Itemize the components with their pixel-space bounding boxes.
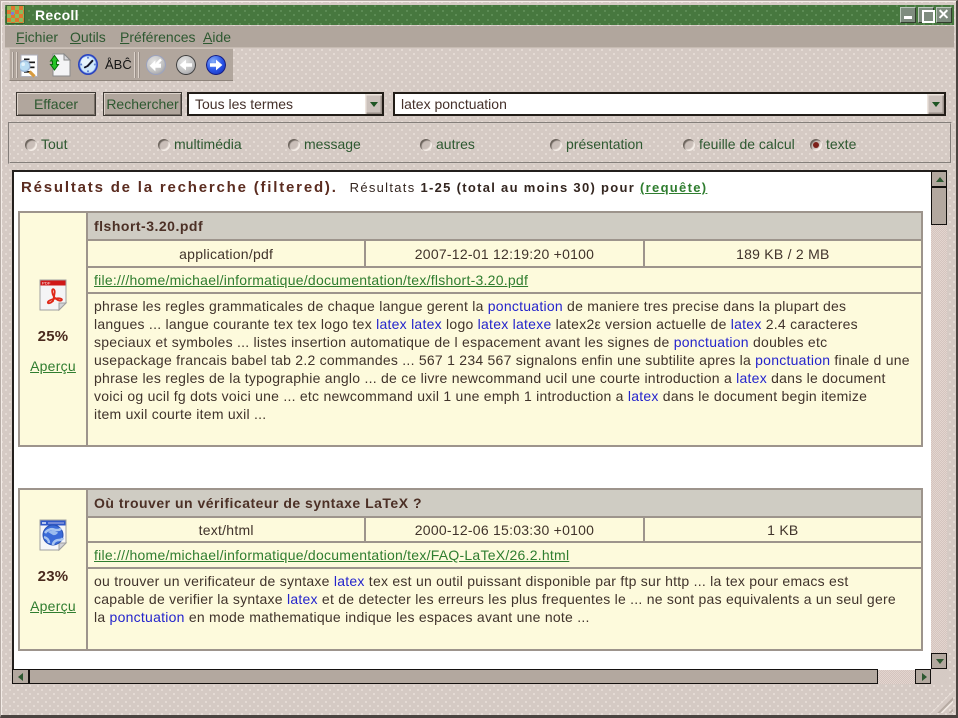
svg-text:PDF: PDF [42, 280, 51, 285]
